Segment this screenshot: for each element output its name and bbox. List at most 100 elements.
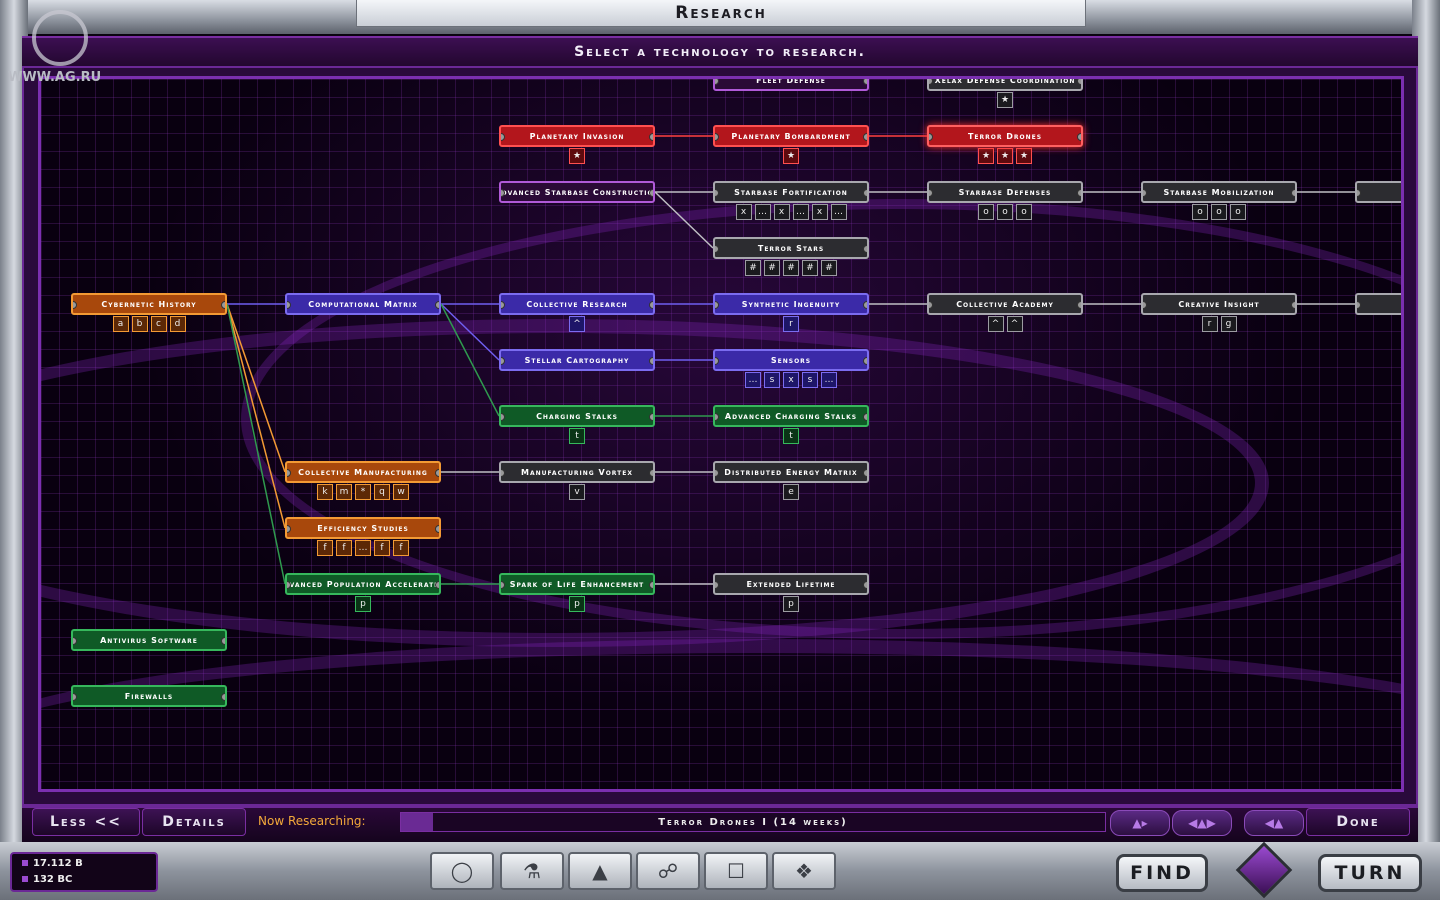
tech-node-label[interactable]: Creative Insight <box>1141 293 1297 315</box>
tech-effect-icon: q <box>374 484 390 500</box>
tech-node-label[interactable]: Antivirus Software <box>71 629 227 651</box>
tech-node-creative-insight[interactable]: Creative Insight r g <box>1141 293 1297 334</box>
tech-node-synthetic-ingenuity[interactable]: Synthetic Ingenuity r <box>713 293 869 334</box>
tech-node-spark-of-life[interactable]: Spark of Life Enhancement p <box>499 573 655 614</box>
tech-node-label[interactable]: Advanced Population Acceleration <box>285 573 441 595</box>
tech-node-cybernetic-history[interactable]: Cybernetic History a b c d <box>71 293 227 334</box>
tech-node-sensors[interactable]: Sensors… s x s… <box>713 349 869 390</box>
tech-node-planetary-bombardment[interactable]: Planetary Bombardment ★ <box>713 125 869 166</box>
tech-node-icons: e <box>713 484 869 502</box>
tech-node-starbase-fortification[interactable]: Starbase Fortification x… x… x… <box>713 181 869 222</box>
tech-effect-icon: f <box>374 540 390 556</box>
tech-node-label[interactable]: Xelax Defense Coordination <box>927 79 1083 91</box>
tech-node-label[interactable]: Planetary Invasion <box>499 125 655 147</box>
tech-node-label[interactable]: Collective Academy <box>927 293 1083 315</box>
tech-effect-icon: p <box>355 596 371 612</box>
done-button[interactable]: Done <box>1306 808 1410 836</box>
tech-effect-icon: d <box>169 316 186 332</box>
details-button[interactable]: Details <box>142 808 246 836</box>
tech-effect-icon: # <box>802 260 818 276</box>
tech-node-label[interactable]: Collective Manufacturing <box>285 461 441 483</box>
tech-node-label[interactable]: Terror Drones <box>927 125 1083 147</box>
tech-node-collective-manufacturing[interactable]: Collective Manufacturing k m * q w <box>285 461 441 502</box>
tech-node-collective-academy[interactable]: Collective Academy ^ ^ <box>927 293 1083 334</box>
tech-node-computational-matrix[interactable]: Computational Matrix <box>285 293 441 315</box>
tech-node-label[interactable]: Stellar Cartography <box>499 349 655 371</box>
tech-node-terror-stars[interactable]: Terror Stars # # # # # <box>713 237 869 278</box>
tech-node-planetary-invasion[interactable]: Planetary Invasion ★ <box>499 125 655 166</box>
research-queue-button[interactable]: ◀▲▶ <box>1172 810 1232 836</box>
tech-node-label[interactable]: In <box>1355 293 1401 315</box>
tech-node-adv-charging-stalks[interactable]: Advanced Charging Stalks t <box>713 405 869 446</box>
tech-node-label[interactable]: Computational Matrix <box>285 293 441 315</box>
tech-node-icons: abcd <box>71 316 227 334</box>
globe-icon: ☍ <box>657 859 679 883</box>
tech-node-adv-pop-accel[interactable]: Advanced Population Acceleration p <box>285 573 441 614</box>
tech-node-firewalls[interactable]: Firewalls <box>71 685 227 707</box>
stats-tool-button[interactable]: ☐ <box>704 852 768 890</box>
tech-node-antivirus[interactable]: Antivirus Software <box>71 629 227 651</box>
tech-effect-icon: # <box>783 260 799 276</box>
tech-node-label[interactable]: Spark of Life Enhancement <box>499 573 655 595</box>
tech-node-collective-research[interactable]: Collective Research ^ <box>499 293 655 334</box>
tech-node-label[interactable]: Extended Lifetime <box>713 573 869 595</box>
site-logo: WWW.AG.RU <box>8 6 118 88</box>
tech-tree-panel[interactable]: Fleet Defense Xelax Defense Coordination ★… <box>38 76 1404 792</box>
research-tool-button[interactable]: ⚗ <box>500 852 564 890</box>
previous-research-button[interactable]: ▲▸ <box>1110 810 1170 836</box>
tech-node-charging-stalks[interactable]: Charging Stalks t <box>499 405 655 446</box>
tech-effect-icon: o <box>1016 204 1032 220</box>
tech-node-label[interactable]: Sensors <box>713 349 869 371</box>
find-button[interactable]: FIND <box>1116 854 1208 892</box>
tech-node-icons: p <box>499 596 655 614</box>
tech-node-label[interactable]: Cybernetic History <box>71 293 227 315</box>
tech-link <box>654 191 714 249</box>
tech-effect-icon: ★ <box>783 148 799 164</box>
credits-value: 132 BC <box>33 874 73 885</box>
next-research-button[interactable]: ◀▲ <box>1244 810 1304 836</box>
diplomacy-tool-button[interactable]: ❖ <box>772 852 836 890</box>
tech-node-label[interactable]: Star <box>1355 181 1401 203</box>
tech-effect-icon: c <box>150 316 167 332</box>
tech-node-label[interactable]: Efficiency Studies <box>285 517 441 539</box>
less-button[interactable]: Less << <box>32 808 140 836</box>
tech-node-label[interactable]: Collective Research <box>499 293 655 315</box>
tech-node-label[interactable]: Firewalls <box>71 685 227 707</box>
tech-node-starbase-edge[interactable]: Star <box>1355 181 1401 203</box>
tech-node-label[interactable]: Terror Stars <box>713 237 869 259</box>
tech-node-insight-edge[interactable]: In <box>1355 293 1401 315</box>
tech-node-label[interactable]: Distributed Energy Matrix <box>713 461 869 483</box>
tech-node-distributed-energy[interactable]: Distributed Energy Matrix e <box>713 461 869 502</box>
tech-node-adv-starbase[interactable]: Advanced Starbase Construction <box>499 181 655 203</box>
tech-node-stellar-cartography[interactable]: Stellar Cartography <box>499 349 655 371</box>
tech-node-icons: ★ ★ ★ <box>927 148 1083 166</box>
tech-node-terror-drones[interactable]: Terror Drones ★ ★ ★ <box>927 125 1083 166</box>
tech-node-label[interactable]: Manufacturing Vortex <box>499 461 655 483</box>
tech-node-extended-lifetime[interactable]: Extended Lifetime p <box>713 573 869 614</box>
tech-node-top2[interactable]: Xelax Defense Coordination ★ <box>927 79 1083 110</box>
planet-icon: ◯ <box>450 859 474 883</box>
tech-effect-icon: p <box>783 596 799 612</box>
tech-node-label[interactable]: Starbase Fortification <box>713 181 869 203</box>
tech-node-label[interactable]: Synthetic Ingenuity <box>713 293 869 315</box>
tech-node-starbase-mobilization[interactable]: Starbase Mobilization o o o <box>1141 181 1297 222</box>
tech-node-top1[interactable]: Fleet Defense <box>713 79 869 91</box>
government-tool-button[interactable]: ☍ <box>636 852 700 890</box>
tech-node-icons: v <box>499 484 655 502</box>
tech-node-starbase-defenses[interactable]: Starbase Defenses o o o <box>927 181 1083 222</box>
tech-node-label[interactable]: Advanced Starbase Construction <box>499 181 655 203</box>
tech-node-label[interactable]: Starbase Defenses <box>927 181 1083 203</box>
tech-node-label[interactable]: Starbase Mobilization <box>1141 181 1297 203</box>
tech-node-label[interactable]: Planetary Bombardment <box>713 125 869 147</box>
tech-node-efficiency-studies[interactable]: Efficiency Studies f f… f f <box>285 517 441 558</box>
tech-node-label[interactable]: Charging Stalks <box>499 405 655 427</box>
logo-ring-icon <box>32 10 88 66</box>
planets-tool-button[interactable]: ◯ <box>430 852 494 890</box>
tech-node-label[interactable]: Fleet Defense <box>713 79 869 91</box>
ships-tool-button[interactable]: ▲ <box>568 852 632 890</box>
handshake-icon: ❖ <box>795 859 813 883</box>
tech-node-manufacturing-vortex[interactable]: Manufacturing Vortex v <box>499 461 655 502</box>
turn-button[interactable]: TURN <box>1318 854 1422 892</box>
tech-node-label[interactable]: Advanced Charging Stalks <box>713 405 869 427</box>
tech-effect-icon: * <box>355 484 371 500</box>
